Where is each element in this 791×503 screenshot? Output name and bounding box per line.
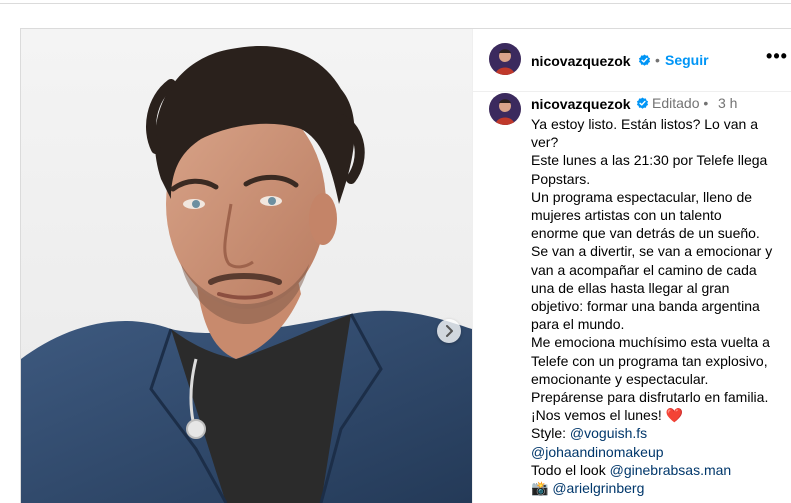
camera-emoji: 📸 <box>531 480 549 497</box>
caption-username[interactable]: nicovazquezok <box>531 96 631 112</box>
caption-line: Un programa espectacular, lleno de <box>531 188 753 205</box>
caption-line: emocionante y espectacular. <box>531 370 709 387</box>
credit-photo: 📸 @arielgrinberg <box>531 479 791 497</box>
credit-look: Todo el look @ginebrabsas.man <box>531 461 791 479</box>
post-sidebar: nicovazquezok • Seguir ••• nicovazquezok… <box>472 29 791 503</box>
post-timestamp[interactable]: 3 h <box>718 95 737 111</box>
caption-line: Este lunes a las 21:30 por Telefe llega <box>531 152 768 169</box>
carousel-next-button[interactable] <box>437 319 461 343</box>
credit-style: Style: @voguish.fs <box>531 424 791 442</box>
caption-line: objetivo: formar una banda argentina <box>531 298 760 315</box>
avatar-image <box>489 93 521 125</box>
post-image[interactable] <box>21 29 472 503</box>
credit-makeup: @johaandinomakeup <box>531 443 791 461</box>
caption-line: Prepárense para disfrutarlo en familia. <box>531 389 769 406</box>
chevron-right-icon <box>446 325 453 337</box>
caption-line: Ya estoy listo. Están listos? Lo van a <box>531 116 758 132</box>
post-caption: Ya estoy listo. Están listos? Lo van a v… <box>531 115 791 497</box>
avatar[interactable] <box>489 43 521 75</box>
caption-line: enorme que van detrás de un sueño. <box>531 225 760 242</box>
caption-line: Se van a divertir, se van a emocionar y <box>531 243 773 260</box>
caption-line-text: ¡Nos vemos el lunes! <box>531 407 662 424</box>
mention-link[interactable]: @johaandinomakeup <box>531 444 664 460</box>
verified-badge-icon <box>638 54 651 66</box>
caption-line: Popstars. <box>531 170 591 187</box>
more-options-icon[interactable]: ••• <box>766 47 788 67</box>
avatar-image <box>489 43 521 75</box>
post-header: nicovazquezok • Seguir ••• <box>473 29 791 92</box>
header-separator: • <box>655 52 660 68</box>
credit-style-label: Style: <box>531 425 567 442</box>
caption-line: para el mundo. <box>531 316 625 333</box>
mention-link[interactable]: @ginebrabsas.man <box>610 462 732 478</box>
caption-line: ¡Nos vemos el lunes! ❤️ <box>531 406 791 424</box>
verified-badge-icon <box>636 97 649 109</box>
caption-line: mujeres artistas con un talento <box>531 207 722 224</box>
mention-link[interactable]: @arielgrinberg <box>552 480 644 496</box>
caption-avatar[interactable] <box>489 93 521 125</box>
header-username[interactable]: nicovazquezok <box>531 53 631 69</box>
top-divider <box>0 0 791 4</box>
credit-look-label: Todo el look <box>531 461 606 478</box>
caption-line: ver? <box>531 134 559 151</box>
caption-line: Telefe con un programa tan explosivo, <box>531 352 768 369</box>
post-container: nicovazquezok • Seguir ••• nicovazquezok… <box>20 28 791 503</box>
heart-emoji: ❤️ <box>665 407 684 424</box>
mention-link[interactable]: @voguish.fs <box>570 425 647 441</box>
caption-line: una de ellas hasta llegar al gran <box>531 279 730 296</box>
edited-label: Editado • <box>652 95 709 111</box>
portrait-photo <box>21 29 472 503</box>
caption-line: Me emociona muchísimo esta vuelta a <box>531 334 770 351</box>
caption-line: van a acompañar el camino de cada <box>531 261 757 278</box>
follow-button[interactable]: Seguir <box>665 52 709 68</box>
